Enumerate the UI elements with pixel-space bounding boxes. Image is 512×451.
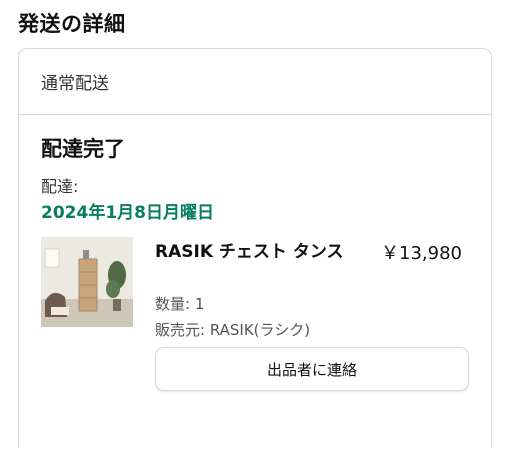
chest-of-drawers-photo-icon — [41, 237, 133, 327]
product-image[interactable] — [41, 237, 133, 327]
product-price: ￥13,980 — [381, 243, 462, 264]
shipment-card: 通常配送 配達完了 配達: 2024年1月8日月曜日 RASIK チェスト タン… — [18, 48, 492, 448]
delivery-status: 配達完了 — [41, 137, 125, 161]
product-quantity: 数量: 1 — [155, 295, 205, 313]
shipping-method: 通常配送 — [19, 49, 491, 115]
delivery-label: 配達: — [41, 177, 79, 196]
delivery-date: 2024年1月8日月曜日 — [41, 203, 214, 223]
product-name-link[interactable]: RASIK チェスト タンス — [155, 239, 365, 265]
seller-name: 販売元: RASIK(ラシク) — [155, 321, 311, 339]
contact-seller-button[interactable]: 出品者に連絡 — [155, 347, 469, 391]
section-title: 発送の詳細 — [18, 12, 126, 36]
